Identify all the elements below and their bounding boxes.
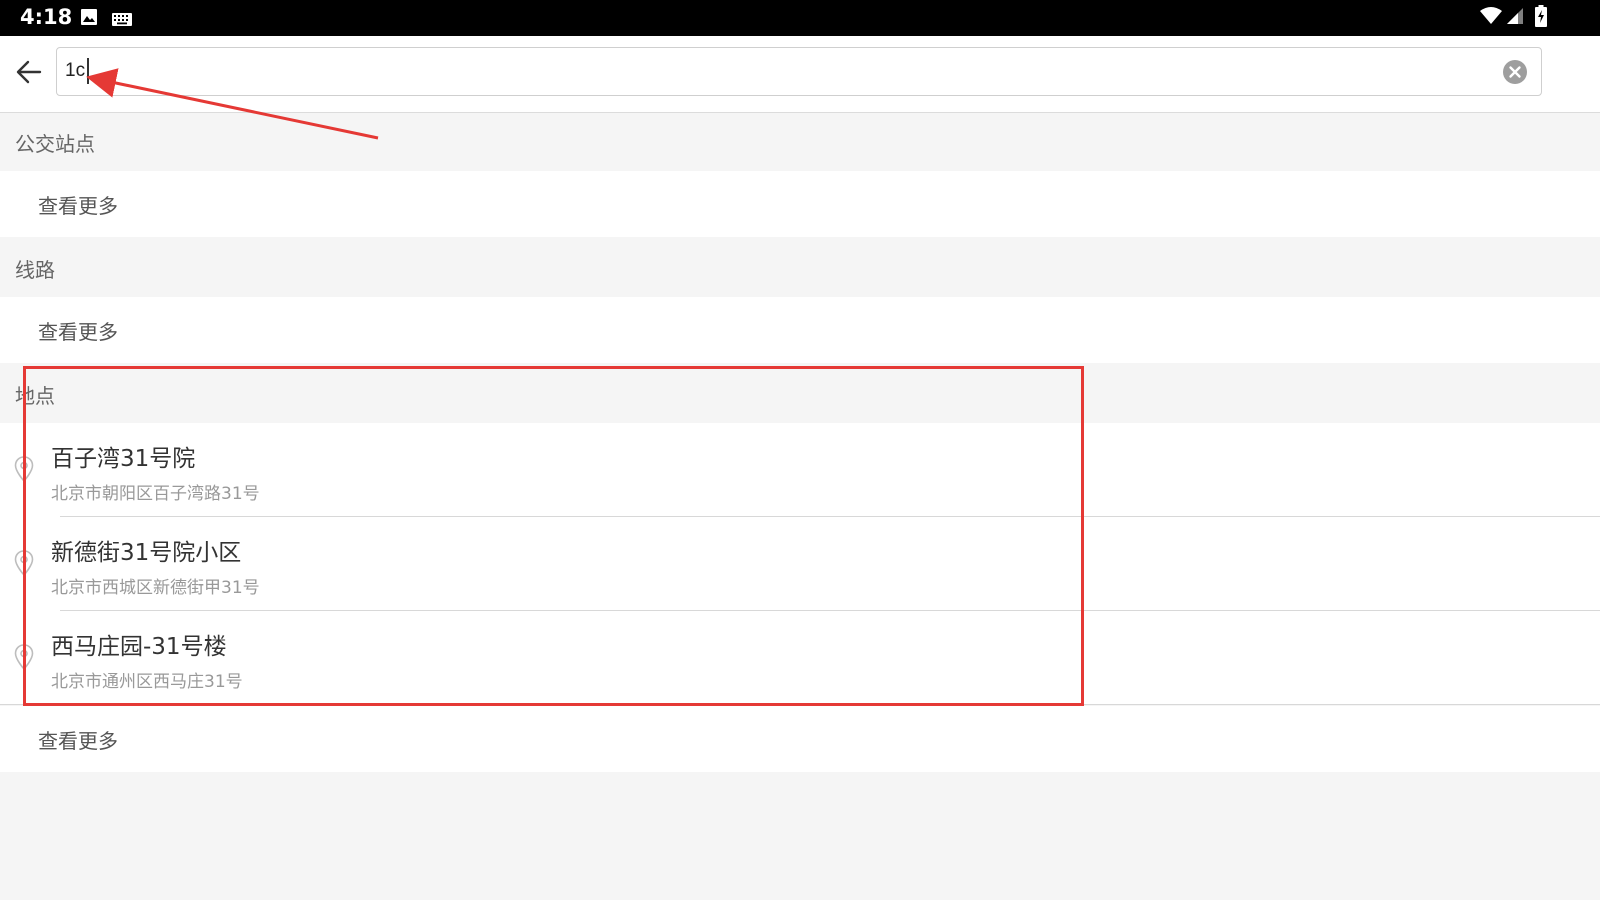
place-address: 北京市西城区新德街甲31号	[51, 578, 260, 598]
place-address: 北京市朝阳区百子湾路31号	[51, 484, 260, 504]
place-address: 北京市通州区西马庄31号	[51, 672, 243, 692]
section-header-bus-stops: 公交站点	[0, 113, 1600, 171]
location-pin-icon	[14, 456, 34, 482]
battery-icon	[1535, 5, 1547, 31]
app-screen: 4:18 1c 公交站点 查看更多 线路 查看更多 地点 百子湾31号院 北京市…	[0, 0, 1600, 900]
keyboard-icon	[112, 11, 132, 30]
text-caret	[87, 58, 89, 84]
more-label: 查看更多	[38, 320, 118, 344]
place-name: 西马庄园-31号楼	[51, 634, 227, 660]
search-bar: 1c	[0, 36, 1600, 113]
section-header-places: 地点	[0, 365, 1600, 423]
status-time: 4:18	[20, 5, 73, 29]
places-more-button[interactable]: 查看更多	[0, 706, 1600, 772]
location-pin-icon	[14, 550, 34, 576]
search-input[interactable]: 1c	[56, 47, 1542, 96]
status-bar: 4:18	[0, 0, 1600, 36]
section-title-places: 地点	[15, 384, 55, 408]
section-title-bus-stops: 公交站点	[15, 132, 95, 156]
location-pin-icon	[14, 644, 34, 670]
place-item[interactable]: 西马庄园-31号楼 北京市通州区西马庄31号	[0, 611, 1600, 705]
arrow-left-icon	[16, 60, 42, 84]
clear-button[interactable]	[1503, 60, 1527, 84]
search-input-value: 1c	[65, 60, 86, 81]
clear-circle-icon	[1503, 60, 1527, 84]
place-list: 百子湾31号院 北京市朝阳区百子湾路31号 新德街31号院小区 北京市西城区新德…	[0, 423, 1600, 705]
divider	[0, 704, 1600, 705]
more-label: 查看更多	[38, 194, 118, 218]
bus-stops-more-button[interactable]: 查看更多	[0, 171, 1600, 237]
back-button[interactable]	[10, 52, 50, 92]
signal-icon	[1506, 7, 1524, 29]
more-label: 查看更多	[38, 729, 118, 753]
section-header-lines: 线路	[0, 239, 1600, 297]
wifi-icon	[1480, 7, 1502, 29]
place-item[interactable]: 百子湾31号院 北京市朝阳区百子湾路31号	[0, 423, 1600, 517]
image-icon	[80, 8, 98, 30]
place-item[interactable]: 新德街31号院小区 北京市西城区新德街甲31号	[0, 517, 1600, 611]
lines-more-button[interactable]: 查看更多	[0, 297, 1600, 363]
place-name: 百子湾31号院	[51, 446, 196, 472]
place-name: 新德街31号院小区	[51, 540, 242, 566]
section-title-lines: 线路	[15, 258, 55, 282]
